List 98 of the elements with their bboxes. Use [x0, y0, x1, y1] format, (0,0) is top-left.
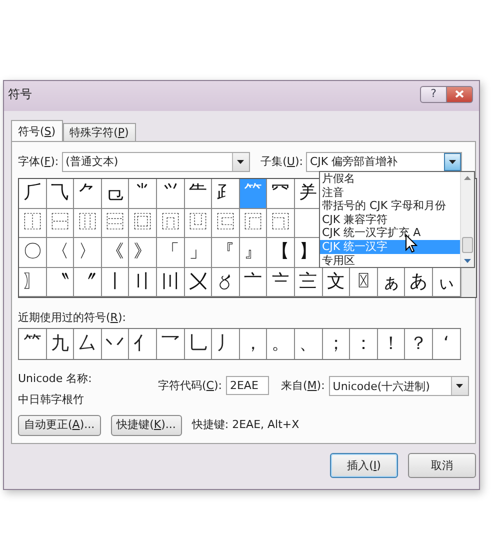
recent-symbol-cell[interactable]: ！	[378, 329, 406, 360]
recent-symbol-cell[interactable]: 乛	[156, 329, 185, 360]
scroll-thumb[interactable]	[462, 236, 473, 253]
symbol-cell[interactable]: ⿲	[74, 208, 102, 238]
symbol-cell[interactable]: ⿹	[267, 208, 295, 238]
symbol-cell[interactable]: ぁ	[378, 268, 406, 297]
unicode-name: 中日韩字根竹	[18, 393, 85, 407]
dialog-button[interactable]: 自动更正(A)...	[18, 414, 101, 436]
dropdown-option[interactable]: 注音	[320, 186, 460, 200]
symbol-cell[interactable]: 〡	[102, 268, 130, 297]
symbol-cell[interactable]: ⺁	[19, 179, 47, 208]
symbol-cell[interactable]: ⺪	[212, 179, 240, 208]
symbol-cell[interactable]: 〞	[74, 268, 102, 297]
symbol-cell[interactable]: ⿷	[212, 208, 240, 238]
scrollbar[interactable]	[460, 172, 474, 268]
dropdown-button[interactable]	[232, 153, 249, 171]
symbol-cell[interactable]: 〦	[240, 268, 268, 297]
dialog-button[interactable]: 快捷键(K)...	[110, 414, 182, 436]
symbol-cell[interactable]: 「	[156, 238, 185, 268]
recent-symbol-cell[interactable]: ，	[240, 329, 268, 360]
dialog-button[interactable]: 插入(I)	[330, 453, 398, 478]
symbol-cell[interactable]: 〣	[156, 268, 185, 297]
caret-icon	[448, 160, 456, 164]
recent-symbol-cell[interactable]: 、	[294, 329, 323, 360]
symbol-cell[interactable]: 〝	[46, 268, 74, 297]
symbol-cell[interactable]: ⿳	[102, 208, 130, 238]
symbol-cell[interactable]: あ	[405, 268, 433, 297]
shortcut-text: 快捷键: 2EAE, Alt+X	[192, 418, 300, 432]
dropdown-option[interactable]: 片假名	[320, 172, 460, 186]
symbol-cell[interactable]: 〧	[267, 268, 295, 297]
recent-symbol-cell[interactable]: ？	[405, 329, 433, 360]
from-select[interactable]: Unicode(十六进制)	[328, 376, 469, 396]
symbol-cell[interactable]: ⿸	[240, 208, 268, 238]
recent-symbol-cell[interactable]: 乚	[184, 329, 212, 360]
char-code-label: 字符代码(C):	[158, 378, 222, 392]
caret-icon	[456, 384, 464, 388]
symbol-cell[interactable]: 〥	[212, 268, 240, 297]
subset-label: 子集(U):	[260, 155, 303, 169]
recent-symbol-cell[interactable]: 丷	[102, 329, 130, 360]
dropdown-button[interactable]	[450, 377, 468, 396]
symbol-cell[interactable]: 〇	[19, 238, 47, 268]
symbol-cell[interactable]: 〨	[294, 268, 323, 297]
recent-symbol-cell[interactable]: 亻	[129, 329, 157, 360]
symbol-cell[interactable]: 〤	[184, 268, 212, 297]
subset-select[interactable]: CJK 偏旁部首增补	[306, 152, 462, 172]
char-code-field[interactable]: 2EAE	[226, 376, 269, 396]
symbol-cell[interactable]: ぃ	[432, 268, 460, 297]
recent-symbol-cell[interactable]: ⺮	[19, 329, 47, 360]
scroll-down-icon[interactable]	[464, 259, 471, 264]
dropdown-option[interactable]: CJK 统一汉字扩充 A	[320, 226, 460, 240]
symbol-cell[interactable]: 」	[184, 238, 212, 268]
dropdown-button[interactable]	[444, 153, 461, 171]
dialog-button[interactable]: 取消	[408, 453, 476, 478]
close-button[interactable]	[447, 86, 473, 102]
dropdown-option[interactable]: CJK 兼容字符	[320, 212, 460, 226]
window-title: 符号	[8, 86, 33, 102]
symbol-cell[interactable]: ⺳	[267, 179, 295, 208]
recent-symbol-cell[interactable]: 。	[267, 329, 295, 360]
symbol-cell[interactable]: 〈	[46, 238, 74, 268]
symbol-cell[interactable]: ⺋	[102, 179, 130, 208]
dropdown-option[interactable]: 专用区	[320, 254, 460, 268]
symbol-cell[interactable]: ⺍	[156, 179, 185, 208]
recent-symbol-cell[interactable]: 厶	[74, 329, 102, 360]
symbol-cell[interactable]: 『	[212, 238, 240, 268]
font-select[interactable]: (普通文本)	[62, 152, 250, 172]
recent-symbol-cell[interactable]: 丿	[212, 329, 240, 360]
symbol-cell[interactable]: ⿶	[184, 208, 212, 238]
font-label: 字体(F):	[18, 155, 59, 169]
symbol-cell[interactable]: 』	[240, 238, 268, 268]
symbol-cell[interactable]: 文	[322, 268, 350, 297]
unicode-name-label: Unicode 名称:	[18, 372, 93, 386]
tab[interactable]: 符号(S)	[11, 120, 63, 142]
help-button[interactable]: ?	[420, 86, 447, 102]
symbol-cell[interactable]: 《	[102, 238, 130, 268]
recent-symbol-cell[interactable]: ‘	[432, 329, 460, 360]
from-label: 来自(M):	[280, 378, 325, 392]
symbol-cell[interactable]: ⿴	[129, 208, 157, 238]
recent-symbol-cell[interactable]: ；	[322, 329, 350, 360]
symbol-cell[interactable]: ⿵	[156, 208, 185, 238]
symbol-cell[interactable]: 〿	[350, 268, 378, 297]
symbol-cell[interactable]: ⺄	[46, 179, 74, 208]
recent-symbols-label: 近期使用过的符号(R):	[18, 311, 127, 324]
symbol-cell[interactable]: ⺈	[74, 179, 102, 208]
symbol-cell[interactable]: ⿱	[46, 208, 74, 238]
symbol-cell[interactable]: ⺌	[129, 179, 157, 208]
dropdown-option[interactable]: 带括号的 CJK 字母和月份	[320, 199, 460, 213]
recent-symbol-cell[interactable]: 九	[46, 329, 74, 360]
symbol-cell[interactable]: 【	[267, 238, 295, 268]
symbol-cell[interactable]: ⿰	[19, 208, 47, 238]
close-icon	[455, 90, 464, 98]
symbol-cell[interactable]: 》	[129, 238, 157, 268]
tab[interactable]: 特殊字符(P)	[62, 123, 136, 141]
recent-symbol-cell[interactable]: ：	[350, 329, 378, 360]
symbol-cell[interactable]: 〢	[129, 268, 157, 297]
symbol-cell[interactable]: 〉	[74, 238, 102, 268]
symbol-cell[interactable]: ⺧	[184, 179, 212, 208]
symbol-cell[interactable]: 〗	[19, 268, 47, 297]
caret-icon	[237, 160, 244, 164]
